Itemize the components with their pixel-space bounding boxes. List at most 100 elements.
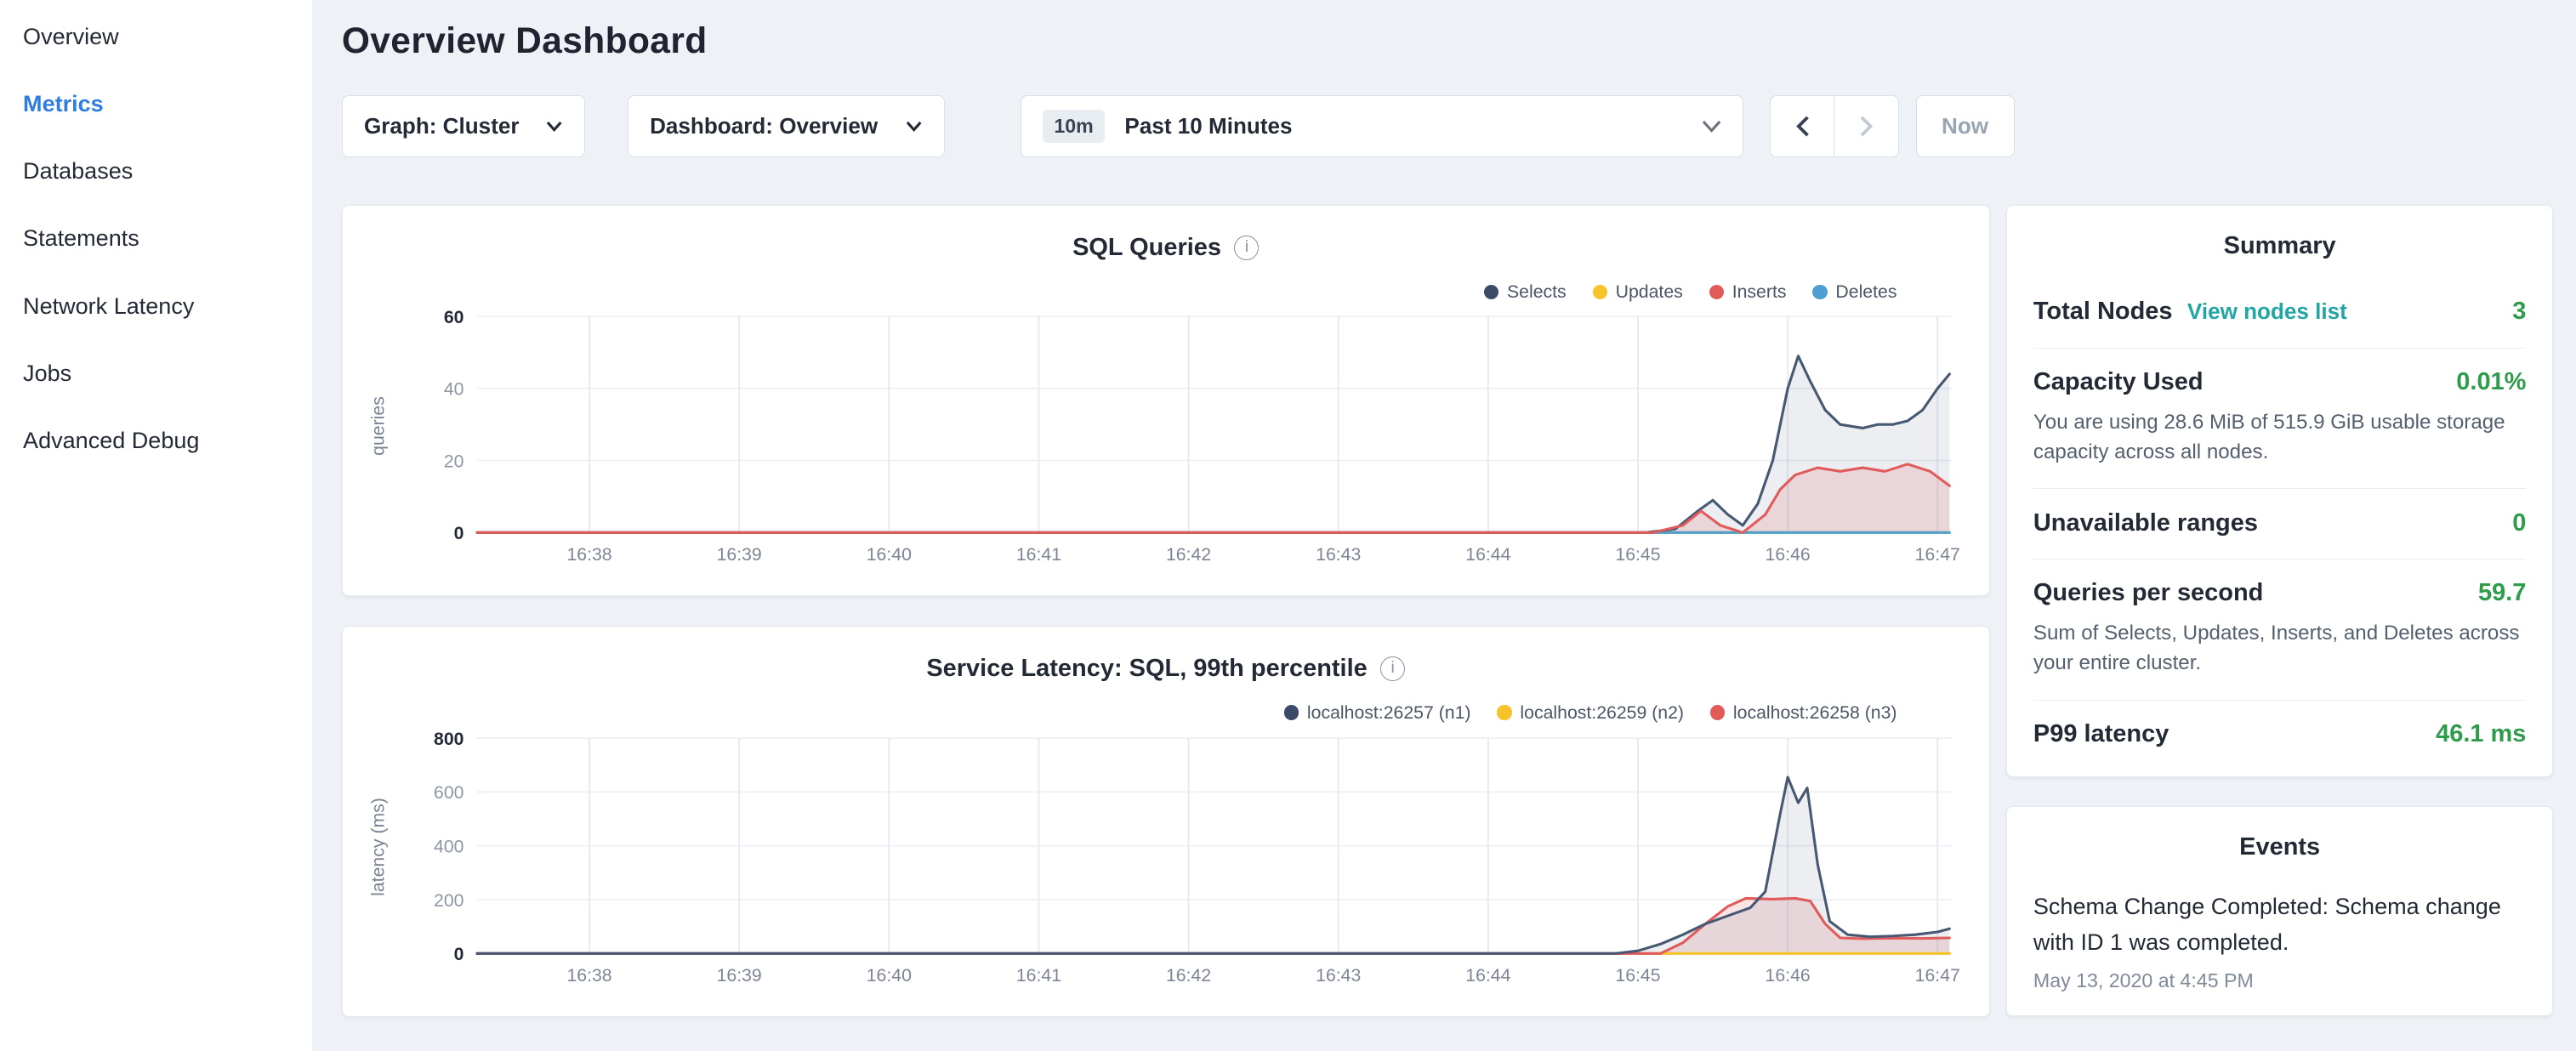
- chart-y-axis-label: queries: [368, 396, 390, 456]
- event-message: Schema Change Completed: Schema change w…: [2033, 889, 2527, 961]
- summary-description: You are using 28.6 MiB of 515.9 GiB usab…: [2033, 407, 2527, 467]
- summary-value: 0: [2512, 509, 2526, 537]
- events-title: Events: [2033, 807, 2527, 879]
- svg-text:16:45: 16:45: [1616, 965, 1661, 986]
- page-title: Overview Dashboard: [342, 21, 2553, 62]
- svg-text:16:46: 16:46: [1766, 965, 1811, 986]
- graph-dropdown-label: Graph: Cluster: [364, 113, 520, 139]
- legend-dot-icon: [1710, 705, 1725, 719]
- info-icon[interactable]: i: [1234, 236, 1259, 260]
- legend-dot-icon: [1484, 285, 1498, 299]
- chevron-left-icon: [1795, 116, 1810, 137]
- svg-text:16:43: 16:43: [1316, 965, 1361, 986]
- svg-text:200: 200: [434, 890, 463, 911]
- chart-card-1: Service Latency: SQL, 99th percentileilo…: [342, 626, 1990, 1017]
- svg-text:16:41: 16:41: [1016, 965, 1061, 986]
- chart-title-row: Service Latency: SQL, 99th percentile i: [343, 627, 1989, 683]
- summary-row: Unavailable ranges 0: [2033, 489, 2527, 559]
- svg-text:0: 0: [454, 523, 464, 543]
- sidebar-item-databases[interactable]: Databases: [0, 138, 312, 205]
- svg-text:16:40: 16:40: [867, 544, 912, 565]
- event-timestamp: May 13, 2020 at 4:45 PM: [2033, 969, 2527, 992]
- time-step-buttons: [1770, 95, 1900, 157]
- chart-plot[interactable]: 020040060080016:3816:3916:4016:4116:4216…: [403, 720, 1972, 997]
- summary-rows: Total NodesView nodes list3Capacity Used…: [2033, 278, 2527, 770]
- legend-dot-icon: [1284, 705, 1299, 719]
- time-back-button[interactable]: [1770, 95, 1835, 157]
- svg-text:16:42: 16:42: [1166, 965, 1211, 986]
- svg-text:16:42: 16:42: [1166, 544, 1211, 565]
- sidebar-item-overview[interactable]: Overview: [0, 3, 312, 71]
- summary-row: Total NodesView nodes list3: [2033, 278, 2527, 348]
- legend-dot-icon: [1812, 285, 1827, 299]
- svg-text:16:46: 16:46: [1766, 544, 1811, 565]
- summary-label: Queries per second: [2033, 579, 2263, 607]
- svg-text:16:38: 16:38: [567, 544, 612, 565]
- chart-card-0: SQL QueriesiSelectsUpdatesInsertsDeletes…: [342, 205, 1990, 596]
- summary-label: Unavailable ranges: [2033, 509, 2258, 537]
- summary-value: 3: [2512, 298, 2526, 326]
- chevron-right-icon: [1859, 116, 1874, 137]
- dashboard-dropdown[interactable]: Dashboard: Overview: [628, 95, 945, 157]
- chart-y-axis-label: latency (ms): [368, 798, 390, 896]
- summary-row-main: Total NodesView nodes list3: [2033, 298, 2527, 326]
- sidebar-item-metrics[interactable]: Metrics: [0, 71, 312, 138]
- chart-title: SQL Queries: [1072, 234, 1221, 262]
- svg-text:16:47: 16:47: [1915, 544, 1960, 565]
- svg-text:16:39: 16:39: [717, 965, 762, 986]
- legend-dot-icon: [1709, 285, 1724, 299]
- chart-title-row: SQL Queries i: [343, 206, 1989, 262]
- summary-row-main: Queries per second 59.7: [2033, 579, 2527, 607]
- now-button[interactable]: Now: [1916, 95, 2015, 157]
- time-range-label: Past 10 Minutes: [1124, 113, 1292, 139]
- time-range-badge: 10m: [1043, 110, 1105, 143]
- summary-value: 46.1 ms: [2436, 720, 2526, 748]
- chart-title: Service Latency: SQL, 99th percentile: [926, 655, 1367, 683]
- summary-card: Summary Total NodesView nodes list3Capac…: [2006, 205, 2553, 776]
- sidebar-item-jobs[interactable]: Jobs: [0, 340, 312, 407]
- controls-bar: Graph: Cluster Dashboard: Overview 10m P…: [342, 95, 2553, 157]
- sidebar-item-network-latency[interactable]: Network Latency: [0, 273, 312, 340]
- charts-column: SQL QueriesiSelectsUpdatesInsertsDeletes…: [342, 205, 1990, 1016]
- summary-row: P99 latency 46.1 ms: [2033, 701, 2527, 770]
- view-nodes-link[interactable]: View nodes list: [2187, 298, 2347, 325]
- svg-text:0: 0: [454, 944, 464, 964]
- svg-text:800: 800: [434, 729, 463, 749]
- svg-text:16:47: 16:47: [1915, 965, 1960, 986]
- sidebar-item-statements[interactable]: Statements: [0, 205, 312, 272]
- legend-dot-icon: [1593, 285, 1607, 299]
- summary-row-main: Unavailable ranges 0: [2033, 509, 2527, 537]
- time-forward-button[interactable]: [1834, 95, 1899, 157]
- summary-label: P99 latency: [2033, 720, 2169, 748]
- summary-label: Capacity Used: [2033, 368, 2204, 396]
- summary-row: Capacity Used0.01% You are using 28.6 MiB…: [2033, 349, 2527, 490]
- events-list: Schema Change Completed: Schema change w…: [2033, 879, 2527, 1008]
- svg-text:60: 60: [444, 307, 464, 327]
- time-range-dropdown[interactable]: 10m Past 10 Minutes: [1021, 95, 1743, 157]
- svg-text:16:43: 16:43: [1316, 544, 1361, 565]
- app-root: OverviewMetricsDatabasesStatementsNetwor…: [0, 0, 2576, 1051]
- events-card: Events Schema Change Completed: Schema c…: [2006, 806, 2553, 1015]
- chevron-down-icon: [906, 121, 922, 133]
- right-panel: Summary Total NodesView nodes list3Capac…: [2006, 205, 2553, 1015]
- sidebar-item-advanced-debug[interactable]: Advanced Debug: [0, 407, 312, 474]
- svg-text:600: 600: [434, 782, 463, 803]
- sidebar-nav: OverviewMetricsDatabasesStatementsNetwor…: [0, 0, 312, 1051]
- svg-text:16:41: 16:41: [1016, 544, 1061, 565]
- dashboard-body: SQL QueriesiSelectsUpdatesInsertsDeletes…: [342, 205, 2553, 1016]
- svg-text:16:44: 16:44: [1466, 544, 1511, 565]
- chevron-down-icon: [1702, 113, 1721, 139]
- summary-value: 59.7: [2478, 579, 2526, 607]
- svg-text:16:39: 16:39: [717, 544, 762, 565]
- svg-text:20: 20: [444, 452, 464, 472]
- legend-dot-icon: [1497, 705, 1511, 719]
- info-icon[interactable]: i: [1380, 656, 1405, 681]
- chart-plot[interactable]: 0 20 40 60 16:38 16:39 16:40 16:41 16:42 16:43 16:…: [403, 299, 1972, 576]
- svg-text:40: 40: [444, 379, 464, 400]
- main-area: Overview Dashboard Graph: Cluster Dashbo…: [312, 0, 2576, 1051]
- summary-row-main: Capacity Used0.01%: [2033, 368, 2527, 396]
- svg-text:16:44: 16:44: [1466, 965, 1511, 986]
- graph-dropdown[interactable]: Graph: Cluster: [342, 95, 585, 157]
- summary-row-main: P99 latency 46.1 ms: [2033, 720, 2527, 748]
- summary-title: Summary: [2033, 206, 2527, 278]
